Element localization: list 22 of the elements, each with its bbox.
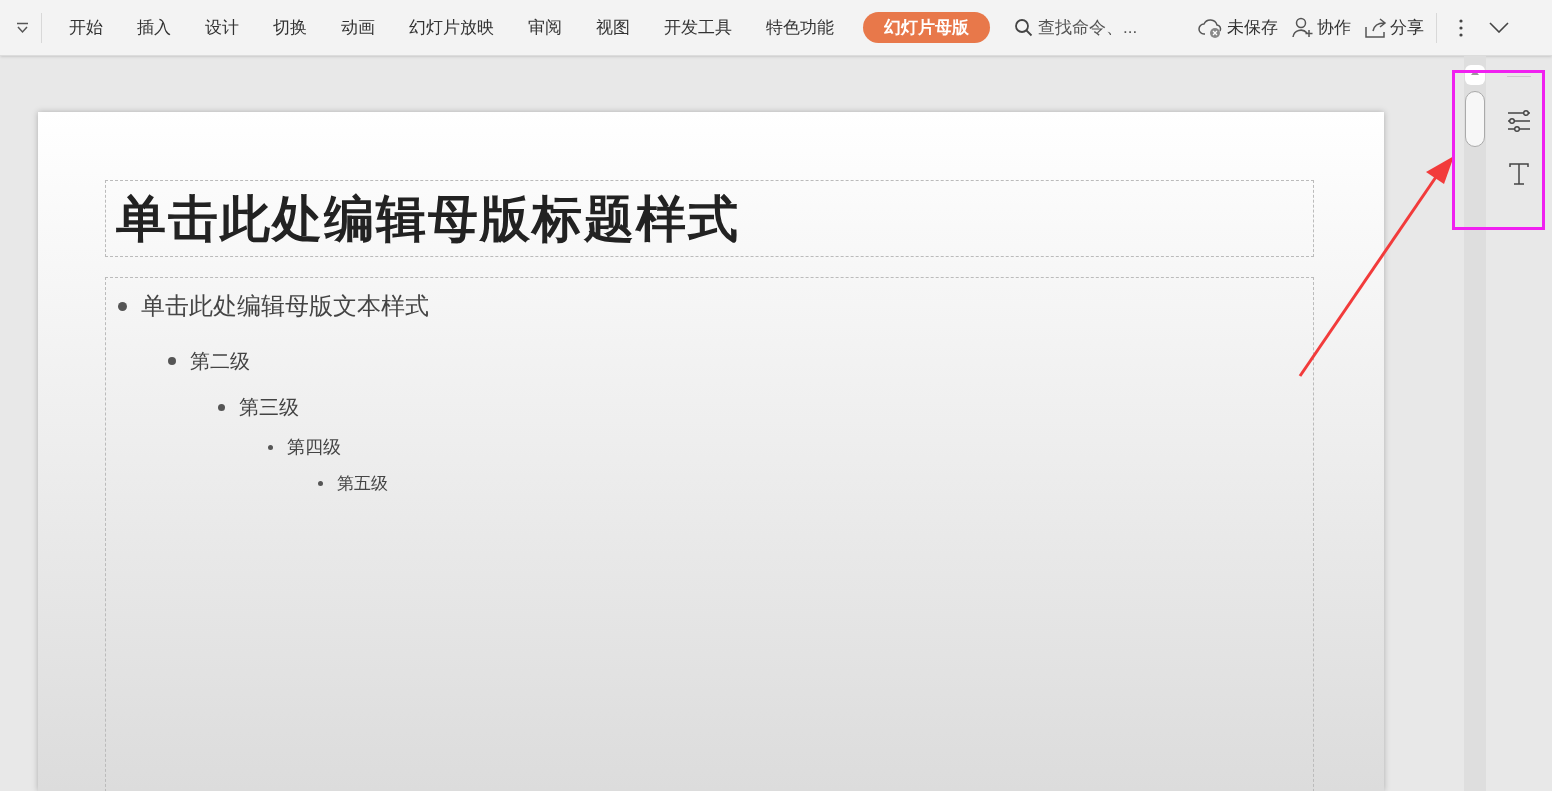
ribbon-tab[interactable]: 视图: [581, 12, 645, 43]
outline-text: 单击此处编辑母版文本样式: [141, 291, 429, 321]
ribbon-tab[interactable]: 幻灯片放映: [394, 12, 509, 43]
outline-text: 第二级: [190, 349, 250, 374]
outline-text: 第四级: [287, 436, 341, 459]
toolbar-action[interactable]: 协作: [1292, 14, 1351, 41]
title-placeholder[interactable]: 单击此处编辑母版标题样式: [105, 180, 1314, 257]
body-placeholder[interactable]: 单击此处编辑母版文本样式 第二级 第三级 第四级 第五级: [105, 277, 1314, 791]
ribbon-tab[interactable]: 开发工具: [649, 12, 747, 43]
outline-text: 第三级: [239, 395, 299, 420]
ribbon-tab[interactable]: 动画: [326, 12, 390, 43]
slide-title: 单击此处编辑母版标题样式: [116, 193, 740, 244]
toolbar-action[interactable]: 未保存: [1198, 14, 1278, 41]
ribbon-tab[interactable]: 设计: [190, 12, 254, 43]
ribbon-tab[interactable]: 插入: [122, 12, 186, 43]
ribbon-tab[interactable]: 开始: [54, 12, 118, 43]
ribbon-tab[interactable]: 审阅: [513, 12, 577, 43]
ribbon-tab[interactable]: 特色功能: [751, 12, 849, 43]
outline-text: 第五级: [337, 473, 388, 495]
toolbar-action[interactable]: 分享: [1365, 14, 1424, 41]
search-field[interactable]: 查找命令、...: [1038, 14, 1168, 41]
ribbon-tab[interactable]: 切换: [258, 12, 322, 43]
